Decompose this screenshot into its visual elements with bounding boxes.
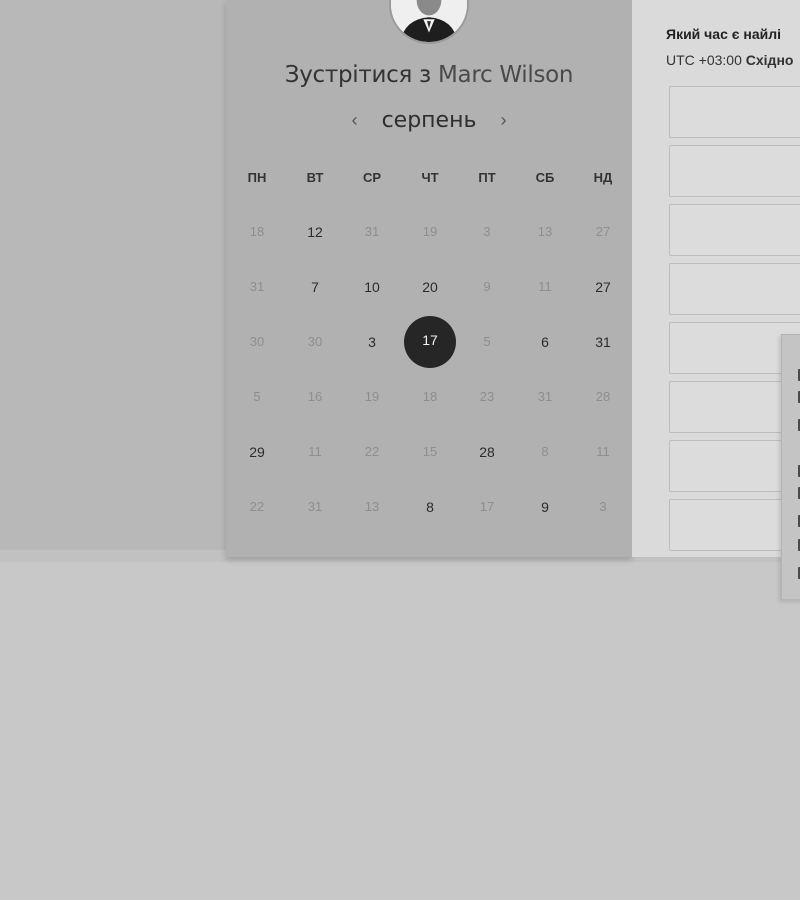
calendar-day[interactable]: 7 bbox=[295, 275, 335, 299]
calendar-day[interactable]: 20 bbox=[410, 275, 450, 299]
calendar-day: 28 bbox=[595, 389, 611, 404]
calendar-day: 31 bbox=[307, 499, 323, 514]
calendar-day: 13 bbox=[537, 224, 553, 239]
calendar-day: 9 bbox=[483, 279, 491, 294]
calendar-day[interactable]: 8 bbox=[410, 495, 450, 519]
calendar-day: 3 bbox=[599, 499, 607, 514]
calendar-day[interactable]: 10 bbox=[352, 275, 392, 299]
calendar-day: 13 bbox=[364, 499, 380, 514]
calendar-day: 31 bbox=[364, 224, 380, 239]
calendar-day[interactable]: 31 bbox=[583, 330, 623, 354]
calendar-day: 22 bbox=[249, 499, 265, 514]
calendar-day: 22 bbox=[364, 444, 380, 459]
calendar-day: 5 bbox=[483, 334, 491, 349]
calendar-day: 31 bbox=[537, 389, 553, 404]
time-slot-button[interactable] bbox=[669, 145, 800, 197]
calendar-day[interactable]: 3 bbox=[352, 330, 392, 354]
calendar-day: 11 bbox=[596, 444, 610, 459]
calendar-day[interactable]: 28 bbox=[467, 440, 507, 464]
calendar-day[interactable]: 9 bbox=[525, 495, 565, 519]
time-question-heading: Який час є найлі bbox=[666, 26, 782, 42]
calendar-day: 27 bbox=[595, 224, 611, 239]
timezone-name: Східно bbox=[745, 52, 794, 68]
calendar-day: 30 bbox=[307, 334, 323, 349]
calendar-day: 15 bbox=[422, 444, 438, 459]
calendar-day: 30 bbox=[249, 334, 265, 349]
time-slot-button[interactable] bbox=[669, 204, 800, 256]
calendar-day: 18 bbox=[249, 224, 265, 239]
calendar-day[interactable]: 29 bbox=[237, 440, 277, 464]
calendar-day: 11 bbox=[308, 444, 322, 459]
page-backdrop bbox=[0, 0, 226, 550]
calendar-day: 8 bbox=[541, 444, 549, 459]
calendar-day: 18 bbox=[422, 389, 438, 404]
calendar-day: 5 bbox=[253, 389, 261, 404]
time-slot-panel: Який час є найлі UTC +03:00 Східно bbox=[632, 0, 800, 557]
calendar-day: 3 bbox=[483, 224, 491, 239]
calendar-day: 16 bbox=[307, 389, 323, 404]
timezone-selector[interactable]: UTC +03:00 Східно bbox=[666, 52, 793, 68]
calendar-day: 19 bbox=[422, 224, 438, 239]
calendar-day: 17 bbox=[479, 499, 495, 514]
calendar-day: 11 bbox=[538, 279, 552, 294]
calendar-day: 31 bbox=[249, 279, 265, 294]
calendar-day: 23 bbox=[479, 389, 495, 404]
time-slot-button[interactable] bbox=[669, 263, 800, 315]
calendar-day[interactable]: 27 bbox=[583, 275, 623, 299]
day-grid: 18 12 31 19 3 13 27 31 7 10 20 9 11 27 30 30 3 17 5 6 31 5 16 1… bbox=[226, 0, 632, 557]
time-slot-button[interactable] bbox=[669, 86, 800, 138]
calendar-day-selected[interactable]: 17 bbox=[404, 316, 456, 368]
tooltip-popover bbox=[781, 334, 800, 600]
calendar-day[interactable]: 12 bbox=[295, 220, 335, 244]
calendar-panel: Зустрітися з Marc Wilson ‹ серпень › ПН … bbox=[226, 0, 632, 557]
calendar-day: 19 bbox=[364, 389, 380, 404]
calendar-day[interactable]: 6 bbox=[525, 330, 565, 354]
timezone-offset: UTC +03:00 bbox=[666, 52, 742, 68]
